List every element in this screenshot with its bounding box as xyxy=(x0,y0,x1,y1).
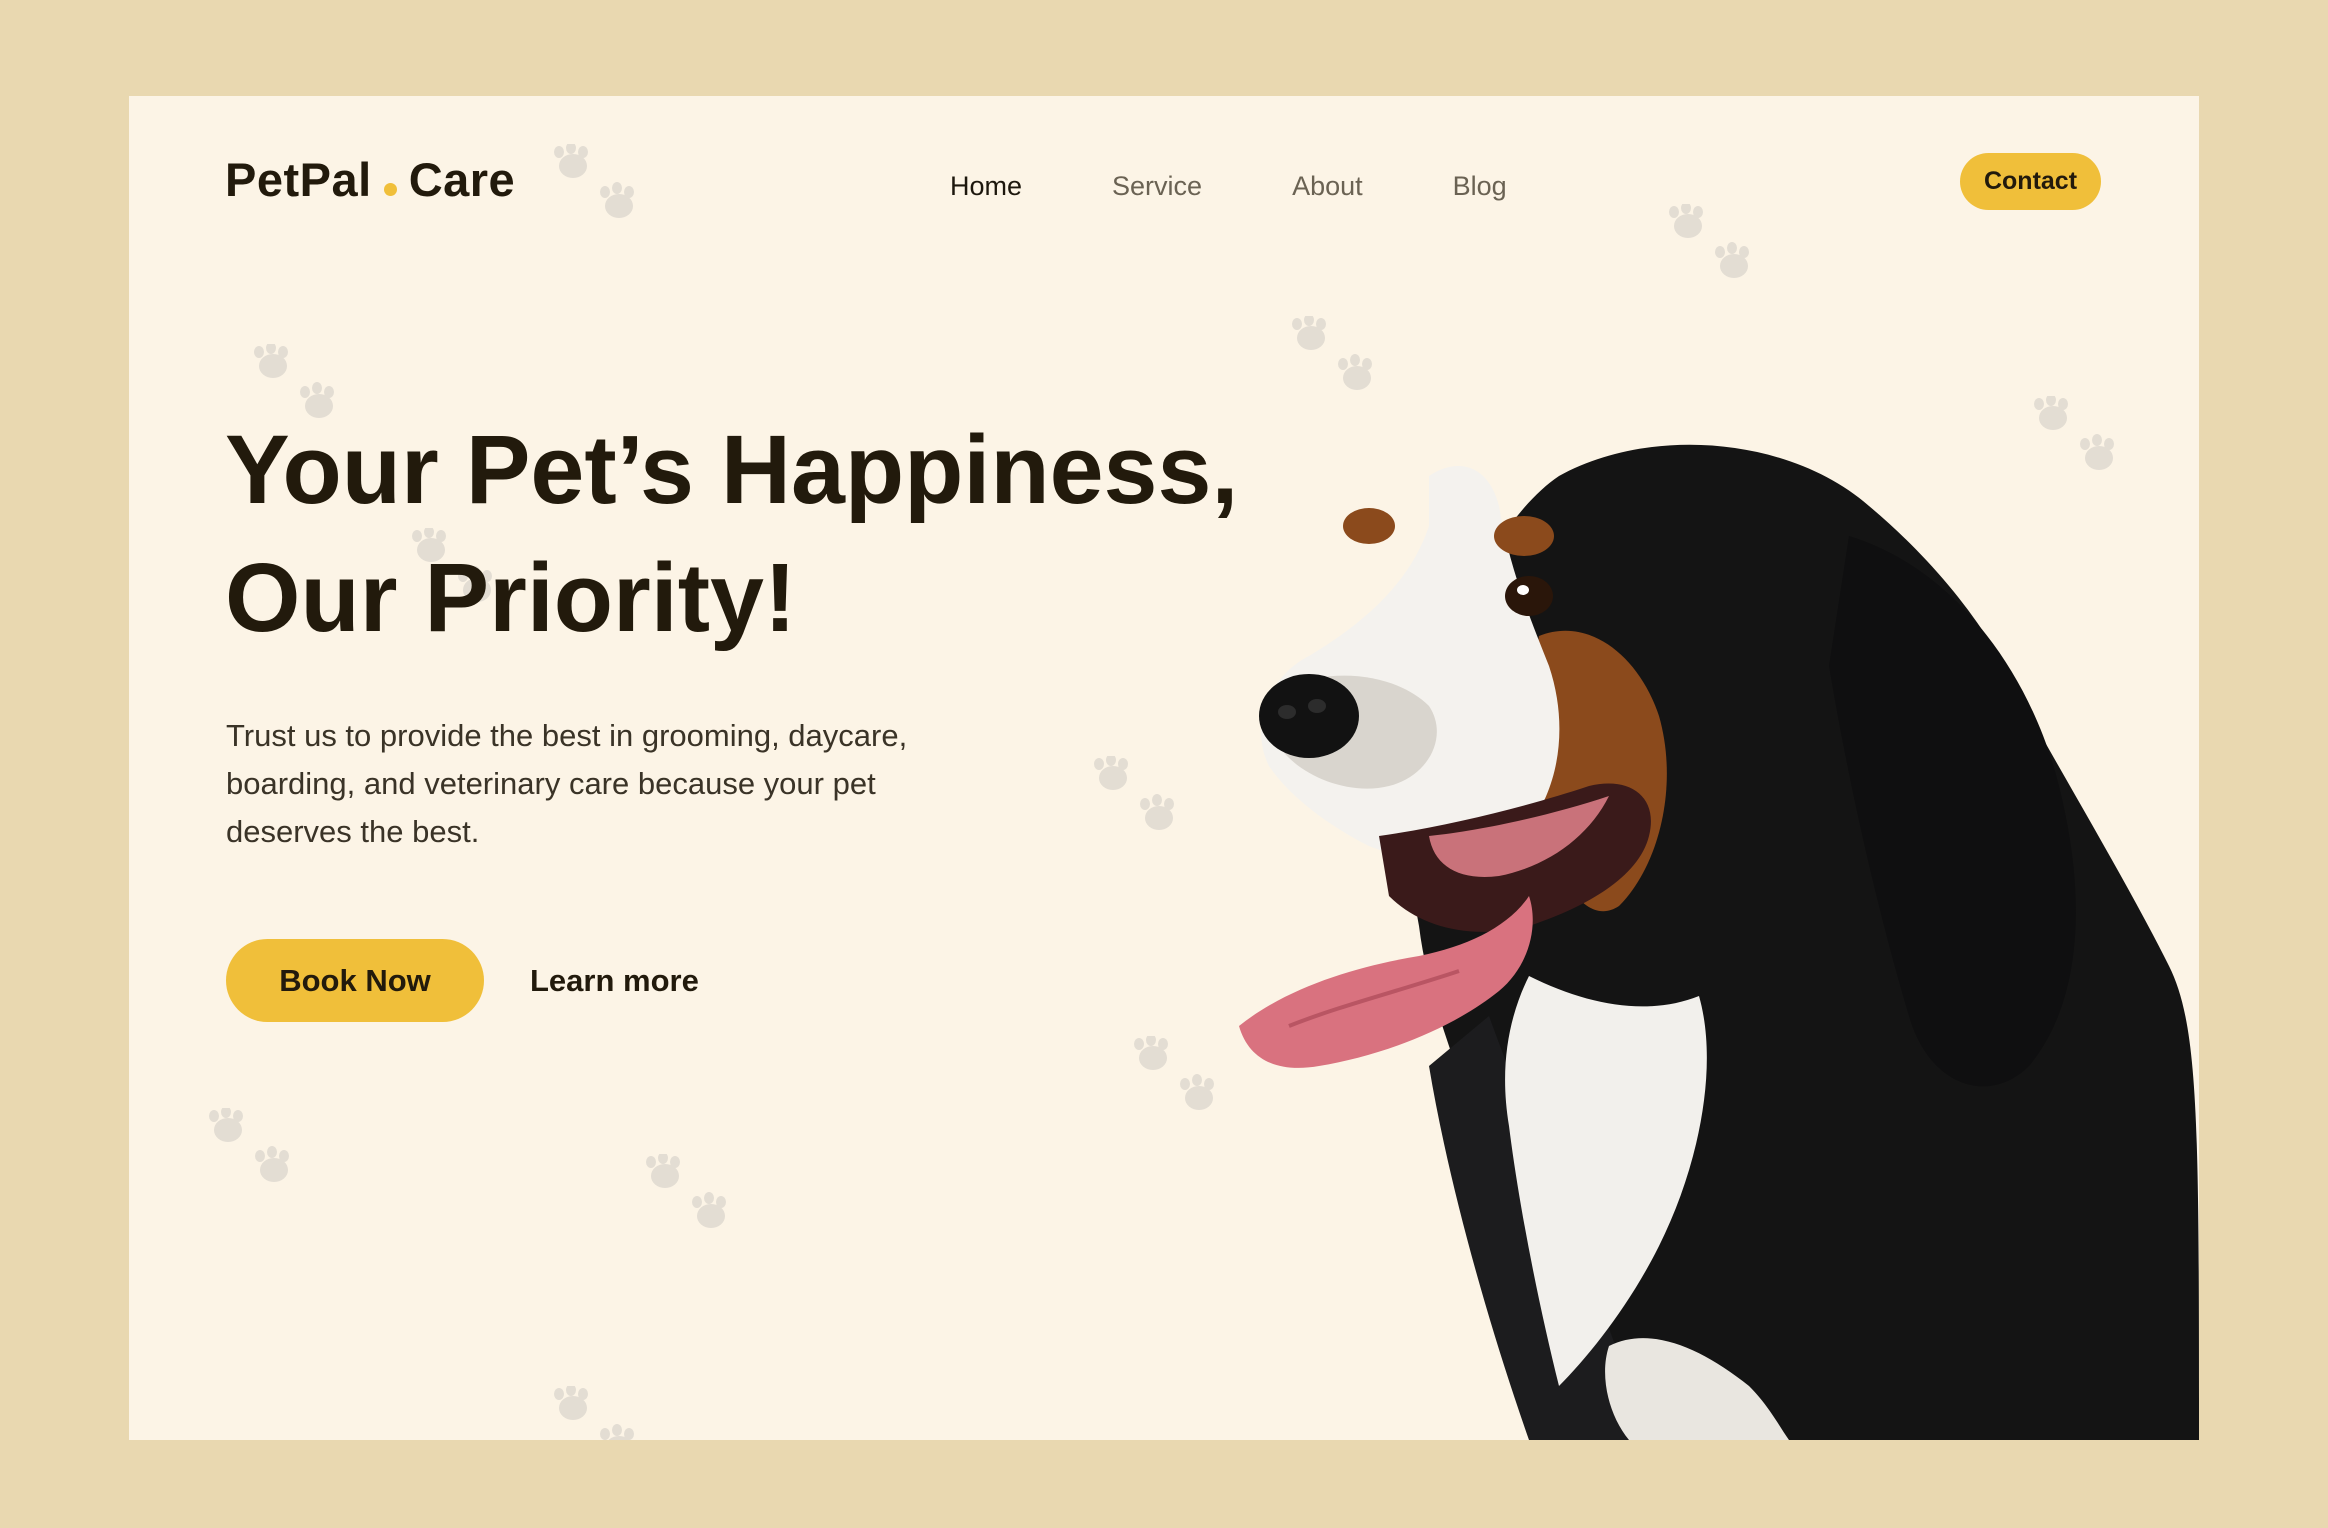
brand-dot-icon xyxy=(383,183,397,196)
paw-print-icon xyxy=(641,1154,741,1238)
hero-description: Trust us to provide the best in grooming… xyxy=(226,718,908,849)
nav-item-home[interactable]: Home xyxy=(950,158,1022,214)
paw-print-icon xyxy=(549,144,649,228)
paw-print-icon xyxy=(1664,204,1764,288)
paw-print-icon xyxy=(549,1386,649,1440)
hero-title: Your Pet’s Happiness, Our Priority! xyxy=(225,406,1325,662)
learn-more-link[interactable]: Learn more xyxy=(530,939,699,1022)
book-now-button[interactable]: Book Now xyxy=(226,939,484,1022)
hero-title-line-1: Your Pet’s Happiness, xyxy=(225,415,1239,524)
dog-hero-image xyxy=(1229,366,2199,1440)
paw-print-icon xyxy=(204,1108,304,1192)
brand-name-left: PetPal xyxy=(225,153,372,206)
paw-print-icon xyxy=(1089,756,1189,840)
main-nav: Home Service About Blog xyxy=(950,158,1507,214)
nav-item-service[interactable]: Service xyxy=(1112,158,1202,214)
paw-print-icon xyxy=(1129,1036,1229,1120)
landing-page: PetPal Care Home Service About Blog Cont… xyxy=(129,96,2199,1440)
contact-button[interactable]: Contact xyxy=(1960,153,2101,210)
hero-title-line-2: Our Priority! xyxy=(225,543,797,652)
brand-name-right: Care xyxy=(408,153,516,206)
nav-item-about[interactable]: About xyxy=(1292,158,1363,214)
brand-logo[interactable]: PetPal Care xyxy=(225,152,515,207)
nav-item-blog[interactable]: Blog xyxy=(1453,158,1507,214)
